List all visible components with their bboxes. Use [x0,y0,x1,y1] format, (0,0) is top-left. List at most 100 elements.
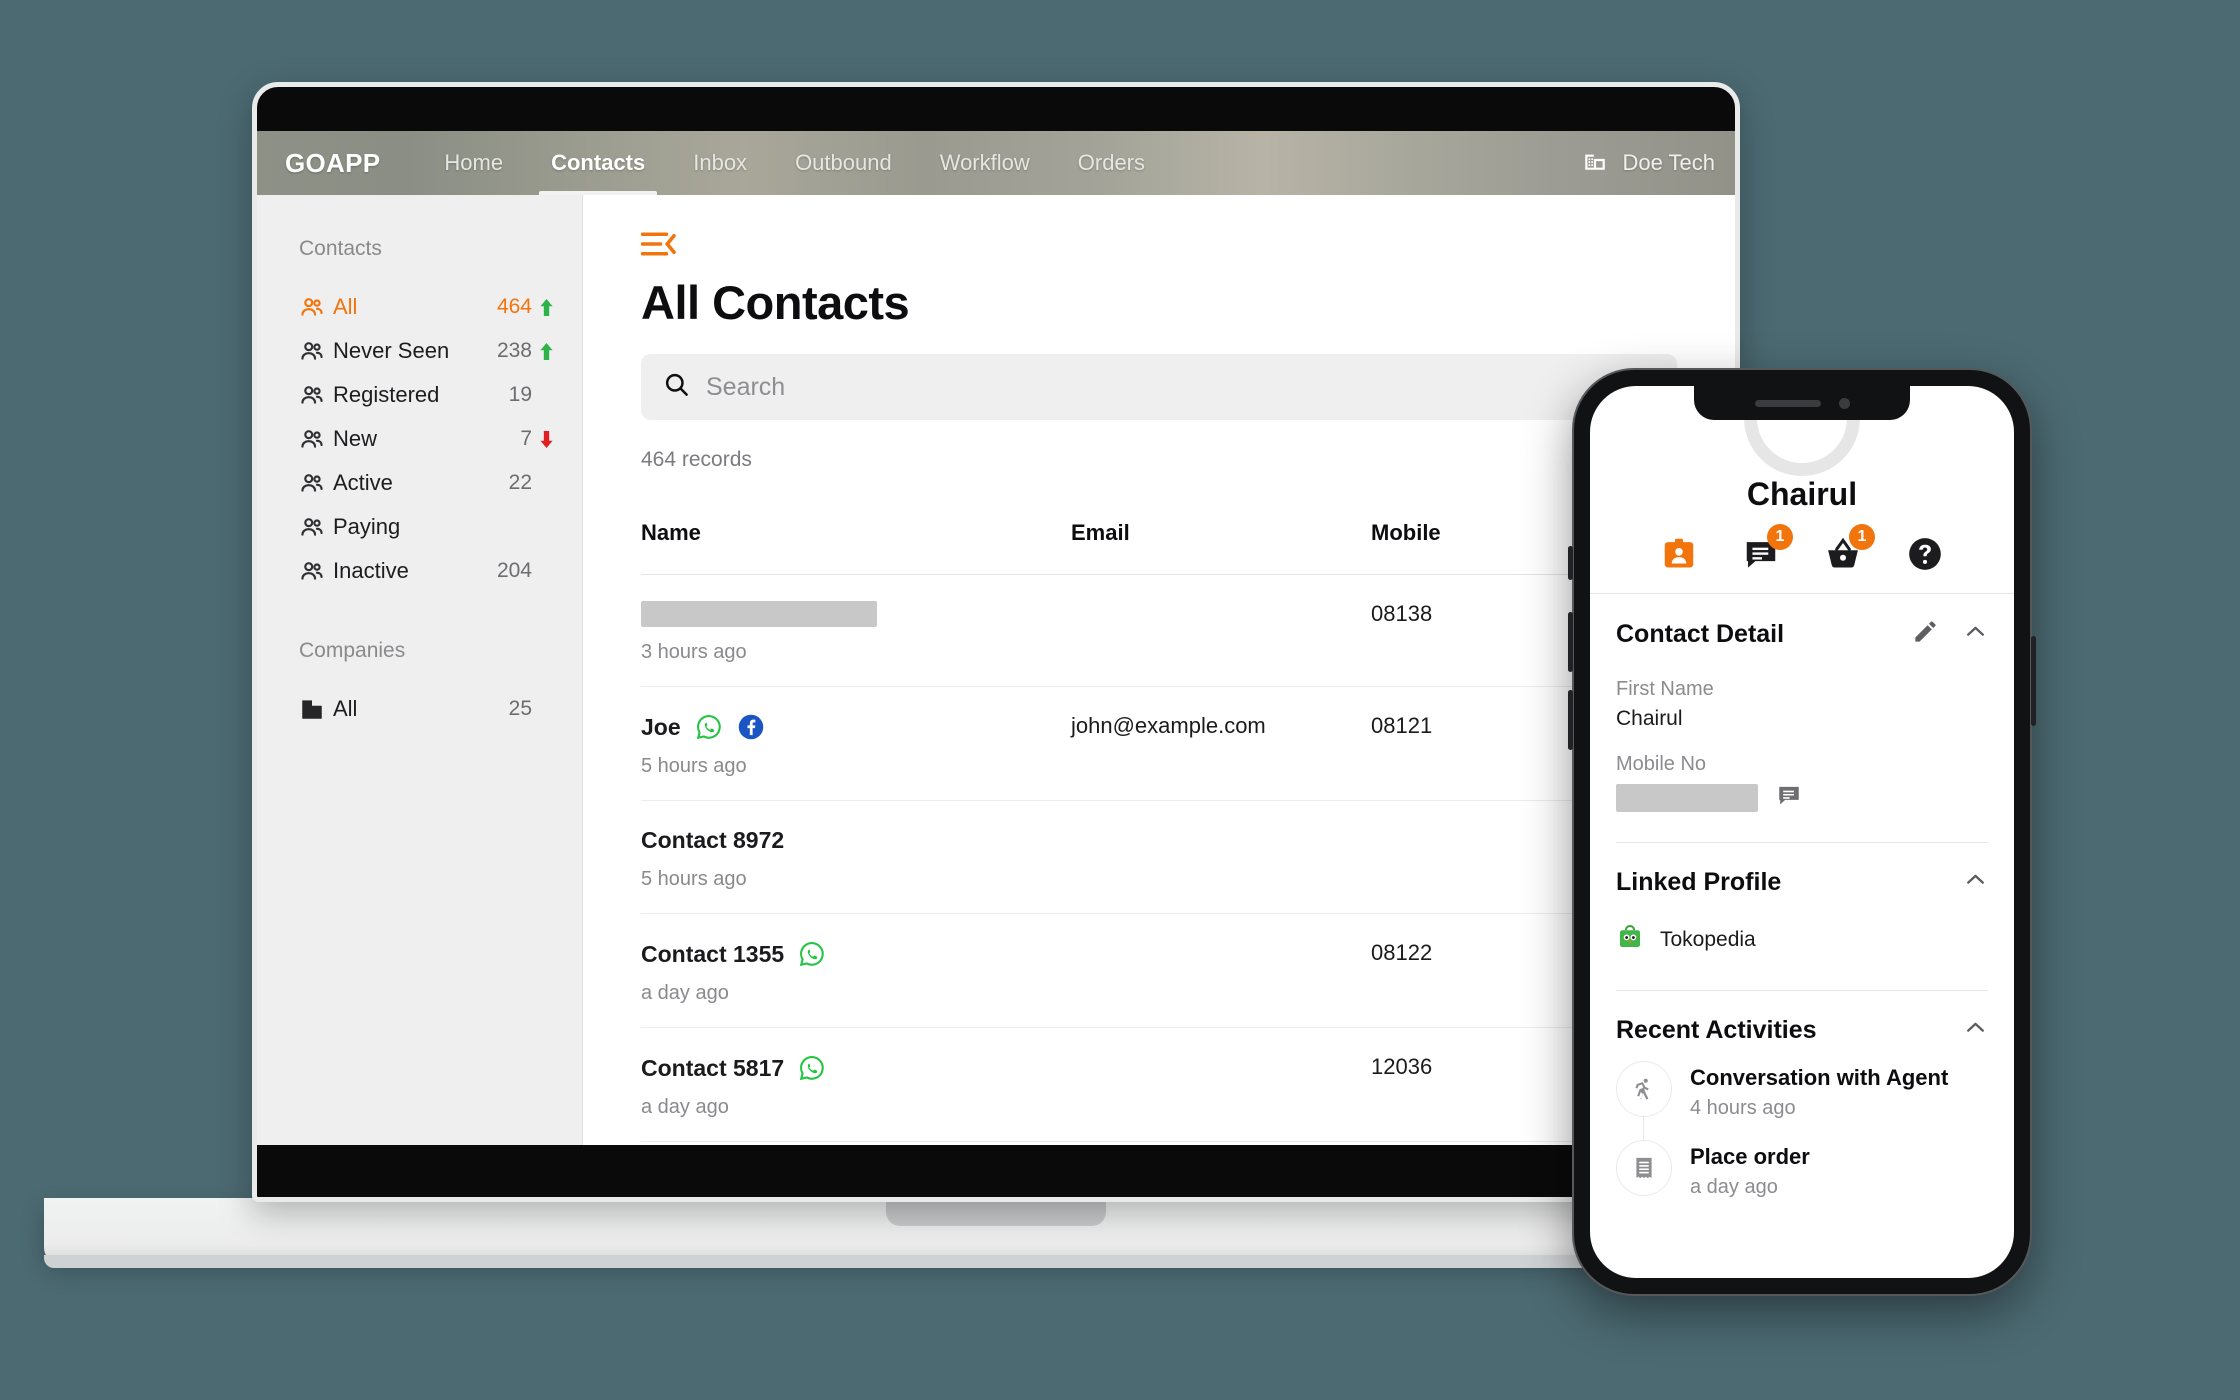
section-title: Contact Detail [1616,619,1785,648]
section-linked-profile-header[interactable]: Linked Profile [1590,843,2014,913]
sidebar-item-label: Never Seen [333,338,450,363]
cell-email: john@example.com [1071,686,1371,801]
tab-contact-card[interactable] [1660,535,1698,573]
redacted-name-bar [641,601,877,627]
sidebar-item-count: 22 [508,471,532,494]
sidebar-item-new[interactable]: New 7 [257,417,582,461]
chevron-up-icon[interactable] [1963,619,1988,649]
cell-name: Contact 8972 5 hours ago [641,800,1071,914]
nav-item-orders[interactable]: Orders [1054,131,1169,195]
table-row[interactable]: Contact 5817 a day ago 12036 [641,1027,1735,1142]
tab-chat[interactable]: 1 [1742,524,1793,573]
sidebar-item-never-seen[interactable]: Never Seen 238 [257,329,582,373]
laptop-screen: GOAPP Home Contacts Inbox Outbound Workf… [257,131,1735,1145]
cell-email [1071,574,1371,687]
field-label-first-name: First Name [1616,678,1714,700]
screenshot-stage: GOAPP Home Contacts Inbox Outbound Workf… [0,0,2240,1400]
building-icon [299,696,333,722]
sidebar-section-contacts: Contacts [299,237,382,260]
sidebar-item-count: 204 [496,559,532,582]
phone-speaker [1754,399,1821,407]
whatsapp-icon[interactable] [695,713,723,741]
sidebar-item-count: 7 [520,427,532,450]
section-title: Recent Activities [1616,1015,1817,1044]
whatsapp-icon[interactable] [798,1054,826,1082]
laptop-mockup: GOAPP Home Contacts Inbox Outbound Workf… [44,82,1948,1272]
tab-basket[interactable]: 1 [1824,524,1875,573]
cell-email [1071,800,1371,914]
cell-email [1071,1027,1371,1142]
section-title: Linked Profile [1616,867,1782,896]
account-name-label: Doe Tech [1622,150,1715,175]
nav-item-workflow[interactable]: Workflow [916,131,1054,195]
activity-item[interactable]: Conversation with Agent 4 hours ago [1590,1061,2014,1141]
linked-profile-label: Tokopedia [1660,927,1756,951]
search-input[interactable]: Search [641,354,1677,420]
cell-name: Contact 1355 a day ago [641,913,1071,1028]
nav-item-inbox[interactable]: Inbox [669,131,771,195]
sidebar-item-paying[interactable]: Paying [257,505,582,549]
pencil-icon[interactable] [1912,618,1939,650]
tab-help[interactable] [1906,535,1944,573]
phone-mockup: Chairul 1 1 Contact Detail First Name Ch… [1568,368,2036,1296]
contact-name [641,601,1071,627]
table-row[interactable]: Contact 8972 5 hours ago [641,800,1735,914]
nav-item-contacts[interactable]: Contacts [527,131,669,195]
activity-text: Conversation with Agent 4 hours ago [1690,1061,1948,1120]
column-header-name[interactable]: Name [641,520,1071,575]
message-icon[interactable] [1776,782,1802,814]
linked-profile-item[interactable]: Tokopedia [1590,913,2014,972]
top-navigation-bar: GOAPP Home Contacts Inbox Outbound Workf… [257,131,1735,195]
section-contact-detail-header[interactable]: Contact Detail [1590,594,2014,666]
people-icon [299,294,333,320]
chevron-up-icon[interactable] [1963,1015,1988,1045]
people-icon [299,470,333,496]
activity-connector [1643,1115,1644,1141]
sidebar-item-count: 25 [508,697,532,720]
sidebar-item-registered[interactable]: Registered 19 [257,373,582,417]
receipt-icon [1616,1140,1672,1196]
sidebar-item-active[interactable]: Active 22 [257,461,582,505]
tokopedia-icon [1616,923,1644,956]
phone-screen: Chairul 1 1 Contact Detail First Name Ch… [1590,386,2014,1278]
nav-item-outbound[interactable]: Outbound [771,131,916,195]
people-icon [299,426,333,452]
activity-title: Place order [1690,1144,1810,1169]
collapse-sidebar-icon[interactable] [640,231,677,257]
contact-name-label: Contact 1355 [641,940,785,967]
people-icon [299,338,333,364]
activity-time: a day ago [1690,1176,1778,1198]
chevron-up-icon[interactable] [1963,867,1988,897]
sidebar-item-inactive[interactable]: Inactive 204 [257,549,582,593]
phone-volume-down-button [1568,690,1573,750]
chat-badge: 1 [1767,524,1793,550]
sidebar-item-label: Inactive [333,558,409,583]
people-icon [299,514,333,540]
field-value-first-name: Chairul [1616,707,1683,730]
facebook-icon[interactable] [737,713,765,741]
nav-items: Home Contacts Inbox Outbound Workflow Or… [420,131,1169,195]
sidebar-item-all-contacts[interactable]: All 464 [257,285,582,329]
whatsapp-icon[interactable] [798,940,826,968]
sidebar-item-all-companies[interactable]: All 25 [257,687,582,731]
app-brand-logo[interactable]: GOAPP [285,148,380,179]
column-header-email[interactable]: Email [1071,520,1371,575]
account-switcher[interactable]: Doe Tech [1582,147,1715,179]
contact-name: Contact 5817 [641,1054,1071,1082]
sidebar-section-companies: Companies [299,639,406,662]
sidebar-item-count: 464 [496,295,532,318]
contact-time: a day ago [641,1096,729,1118]
table-row[interactable]: Contact 1355 a day ago 08122 [641,913,1735,1028]
cell-name: Joe 5 hours ago [641,686,1071,801]
contact-name: Contact 8972 [641,827,1071,854]
sidebar-item-count: 19 [508,383,532,406]
nav-item-home[interactable]: Home [420,131,527,195]
search-icon [663,371,690,403]
phone-volume-up-button [1568,612,1573,672]
trend-up-icon [536,342,556,360]
activity-text: Place order a day ago [1690,1140,1810,1199]
section-recent-activities-header[interactable]: Recent Activities [1590,991,2014,1061]
phone-front-camera [1838,397,1850,409]
phone-tab-bar: 1 1 [1590,513,2014,594]
activity-item[interactable]: Place order a day ago [1590,1140,2014,1199]
